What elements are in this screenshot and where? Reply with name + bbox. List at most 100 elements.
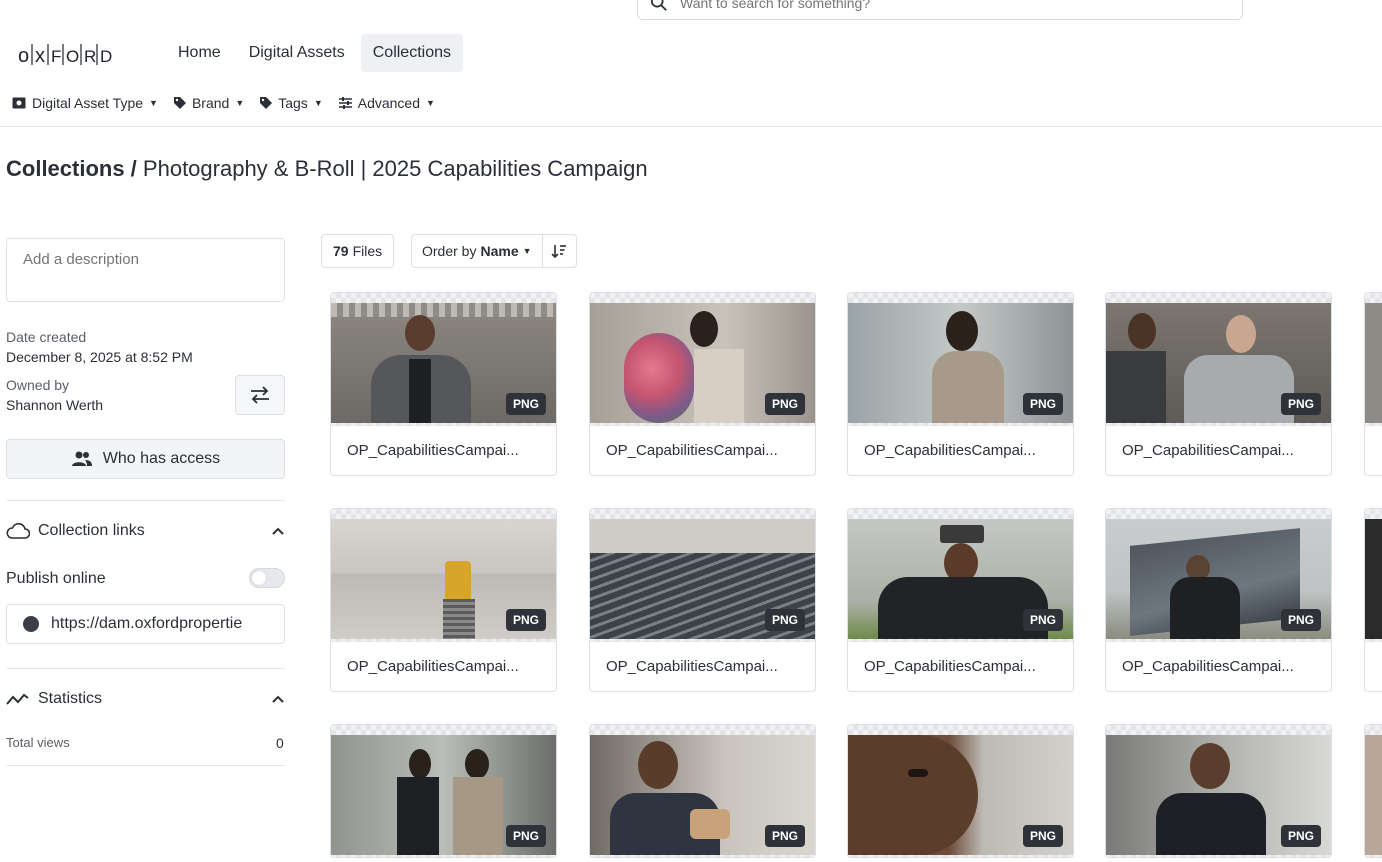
owned-by-label: Owned by	[6, 377, 70, 393]
asset-thumbnail[interactable]	[1365, 293, 1382, 425]
search-bar[interactable]	[637, 0, 1243, 20]
collection-links-label: Collection links	[38, 522, 145, 539]
oxford-logo[interactable]: o x F O R D	[18, 38, 130, 70]
asset-card[interactable]: PNG	[847, 724, 1074, 858]
order-by-prefix: Order by	[422, 243, 477, 259]
file-type-badge: PNG	[1280, 393, 1321, 415]
date-created-value: December 8, 2025 at 8:52 PM	[6, 349, 193, 365]
asset-name	[1365, 641, 1382, 691]
filter-label: Brand	[191, 95, 230, 111]
file-type-badge: PNG	[1022, 393, 1063, 415]
order-control: Order by Name ▼	[411, 234, 577, 268]
statistics-header[interactable]: Statistics	[6, 690, 285, 708]
asset-thumbnail[interactable]: PNG	[590, 509, 815, 641]
asset-thumbnail[interactable]: PNG	[331, 725, 556, 857]
svg-text:R: R	[84, 47, 97, 66]
nav-home[interactable]: Home	[166, 34, 233, 72]
total-views-value: 0	[276, 735, 284, 751]
svg-text:o: o	[18, 45, 30, 67]
asset-thumbnail[interactable]: PNG	[1106, 509, 1331, 641]
caret-down-icon: ▼	[149, 98, 158, 108]
file-type-badge: PNG	[764, 393, 805, 415]
file-type-badge: PNG	[764, 609, 805, 631]
collection-links-header[interactable]: Collection links	[6, 522, 285, 540]
asset-card[interactable]: PNG OP_CapabilitiesCampai...	[847, 292, 1074, 476]
image-icon	[12, 97, 26, 109]
asset-name: OP_CapabilitiesCampai...	[331, 641, 556, 691]
filter-label: Tags	[278, 95, 308, 111]
asset-card[interactable]: PNG OP_CapabilitiesCampai...	[330, 508, 557, 692]
chevron-up-icon[interactable]	[271, 526, 285, 536]
sort-direction-button[interactable]	[543, 235, 576, 267]
file-type-badge: PNG	[1280, 825, 1321, 847]
search-input[interactable]	[680, 0, 1180, 11]
tags-icon	[260, 97, 273, 109]
file-type-badge: PNG	[1022, 609, 1063, 631]
filter-advanced[interactable]: Advanced ▼	[338, 95, 435, 111]
asset-card[interactable]	[1364, 724, 1382, 858]
header-divider	[0, 126, 1382, 127]
trend-line-icon	[6, 693, 29, 705]
asset-thumbnail[interactable]	[1365, 509, 1382, 641]
publish-online-toggle[interactable]	[249, 568, 285, 588]
files-count-number: 79	[333, 243, 349, 259]
collection-link-url[interactable]: https://dam.oxfordpropertie	[51, 615, 242, 633]
asset-card[interactable]	[1364, 508, 1382, 692]
who-has-access-button[interactable]: Who has access	[6, 439, 285, 479]
asset-thumbnail[interactable]: PNG	[848, 293, 1073, 425]
asset-name: OP_CapabilitiesCampai...	[590, 641, 815, 691]
asset-thumbnail[interactable]: PNG	[848, 509, 1073, 641]
date-created-label: Date created	[6, 329, 87, 345]
asset-thumbnail[interactable]: PNG	[1106, 293, 1331, 425]
asset-thumbnail[interactable]: PNG	[1106, 725, 1331, 857]
chevron-up-icon[interactable]	[271, 694, 285, 704]
collection-title: Photography & B-Roll | 2025 Capabilities…	[142, 156, 648, 181]
filter-tags[interactable]: Tags ▼	[260, 95, 323, 111]
file-type-badge: PNG	[1280, 609, 1321, 631]
statistics-label: Statistics	[38, 690, 103, 707]
order-by-value: Name	[480, 243, 519, 259]
asset-card[interactable]: PNG OP_CapabilitiesCampai...	[589, 508, 816, 692]
divider	[6, 668, 285, 669]
asset-thumbnail[interactable]	[1365, 725, 1382, 857]
page-title: Collections / Photography & B-Roll | 202…	[6, 156, 648, 182]
asset-card[interactable]: PNG OP_CapabilitiesCampai...	[1105, 292, 1332, 476]
files-count-label: Files	[352, 243, 383, 259]
asset-card[interactable]: PNG	[589, 724, 816, 858]
asset-thumbnail[interactable]: PNG	[331, 509, 556, 641]
file-type-badge: PNG	[505, 609, 546, 631]
divider	[6, 765, 285, 766]
svg-text:F: F	[51, 47, 62, 66]
sliders-icon	[338, 97, 352, 109]
transfer-ownership-button[interactable]	[235, 375, 285, 415]
svg-text:D: D	[100, 47, 113, 66]
tag-icon	[173, 97, 186, 109]
asset-thumbnail[interactable]: PNG	[590, 293, 815, 425]
asset-name: OP_CapabilitiesCampai...	[1106, 641, 1331, 691]
nav-digital-assets[interactable]: Digital Assets	[237, 34, 357, 72]
asset-thumbnail[interactable]: PNG	[331, 293, 556, 425]
asset-card[interactable]: PNG	[330, 724, 557, 858]
asset-card[interactable]: PNG OP_CapabilitiesCampai...	[330, 292, 557, 476]
order-by-dropdown[interactable]: Order by Name ▼	[412, 235, 543, 267]
asset-name: OP_CapabilitiesCampai...	[848, 641, 1073, 691]
file-type-badge: PNG	[1022, 825, 1063, 847]
file-type-badge: PNG	[764, 825, 805, 847]
asset-card[interactable]: PNG OP_CapabilitiesCampai...	[1105, 508, 1332, 692]
asset-card[interactable]: PNG OP_CapabilitiesCampai...	[589, 292, 816, 476]
asset-name: OP_CapabilitiesCampai...	[1106, 425, 1331, 475]
who-has-access-label: Who has access	[102, 450, 221, 467]
asset-thumbnail[interactable]: PNG	[590, 725, 815, 857]
collection-link-field[interactable]: https://dam.oxfordpropertie	[6, 604, 285, 644]
filter-brand[interactable]: Brand ▼	[173, 95, 244, 111]
asset-card[interactable]: PNG OP_CapabilitiesCampai...	[847, 508, 1074, 692]
asset-thumbnail[interactable]: PNG	[848, 725, 1073, 857]
nav-collections[interactable]: Collections	[360, 34, 463, 72]
asset-card[interactable]	[1364, 292, 1382, 476]
owned-by-value: Shannon Werth	[6, 397, 104, 413]
filter-digital-asset-type[interactable]: Digital Asset Type ▼	[12, 95, 158, 111]
description-field[interactable]	[6, 238, 285, 302]
asset-card[interactable]: PNG	[1105, 724, 1332, 858]
status-dot-icon	[23, 616, 39, 632]
breadcrumb-collections[interactable]: Collections /	[6, 156, 137, 181]
